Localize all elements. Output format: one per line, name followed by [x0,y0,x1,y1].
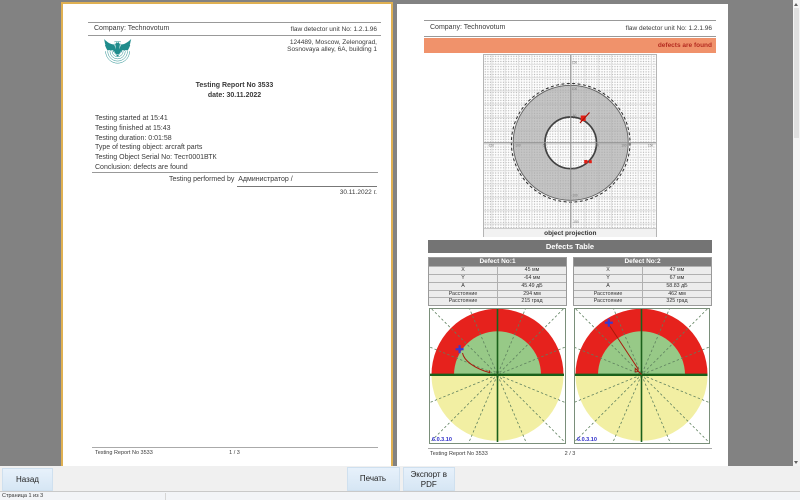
svg-text:6.0.3.10: 6.0.3.10 [577,437,597,443]
svg-text:6.0.3.10: 6.0.3.10 [432,437,452,443]
svg-text:50: 50 [573,114,577,118]
svg-text:-150: -150 [488,144,495,148]
svg-text:100: 100 [572,87,578,91]
svg-text:-150: -150 [573,220,580,224]
svg-text:50: 50 [596,144,600,148]
svg-text:-100: -100 [515,144,522,148]
svg-text:150: 150 [572,61,578,65]
svg-text:-100: -100 [572,194,579,198]
svg-text:150: 150 [648,144,654,148]
svg-text:-50: -50 [572,167,577,171]
svg-text:-50: -50 [542,144,547,148]
svg-text:100: 100 [622,144,628,148]
